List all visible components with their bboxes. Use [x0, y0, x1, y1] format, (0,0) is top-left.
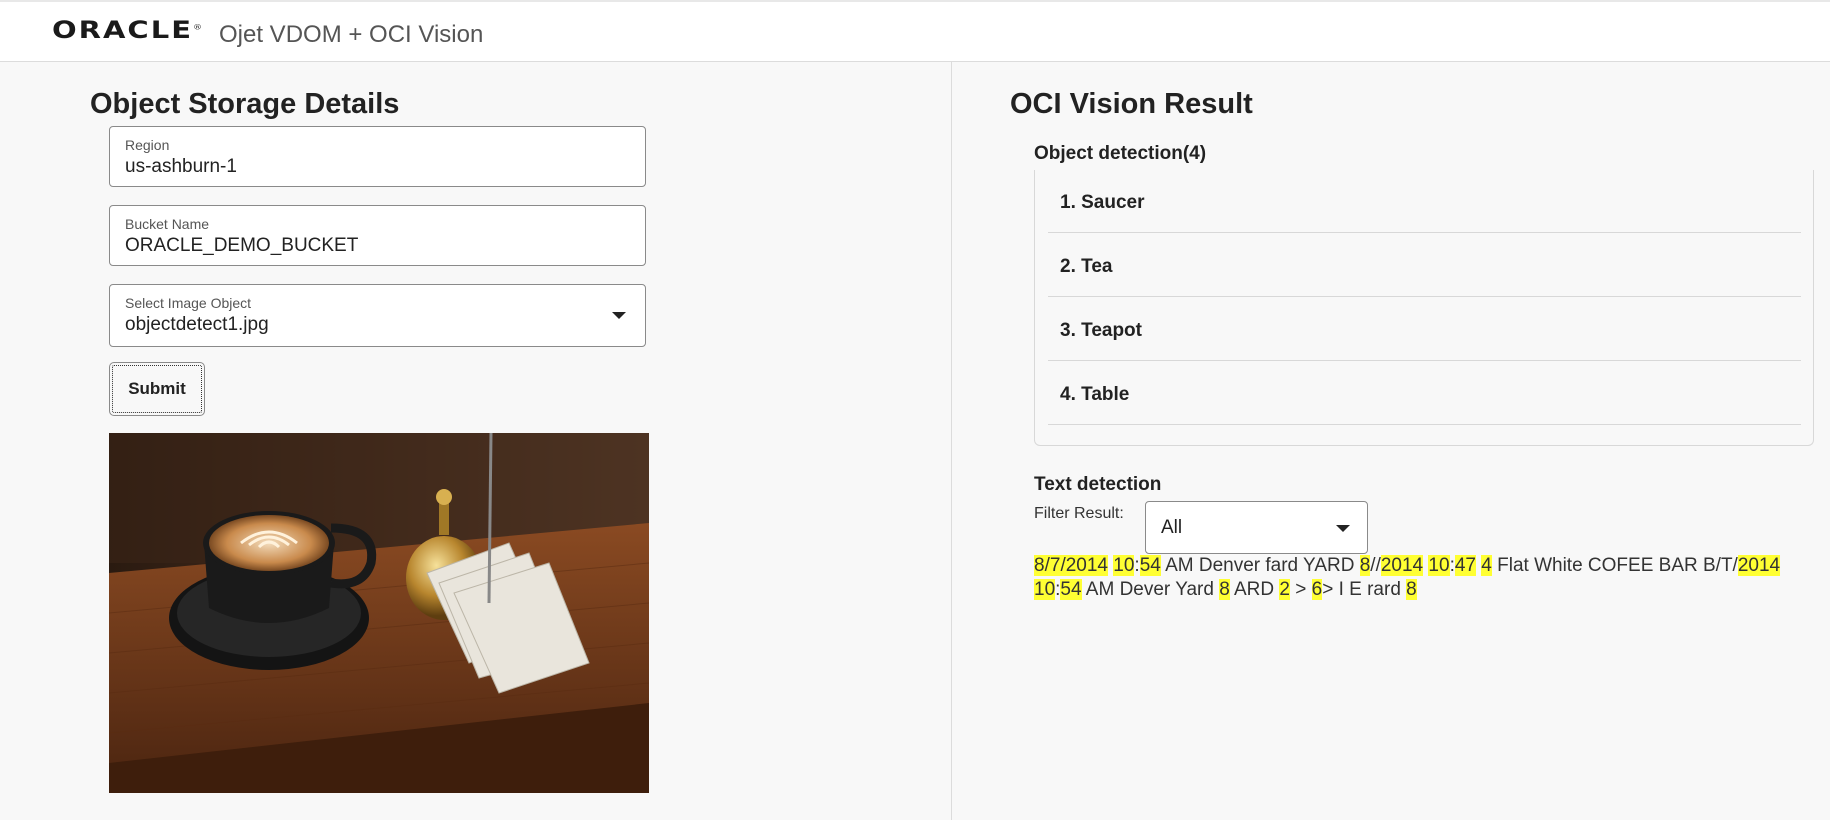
highlighted-token: 2014 [1065, 555, 1108, 576]
bucket-name-field[interactable]: Bucket Name ORACLE_DEMO_BUCKET [109, 205, 646, 266]
highlighted-token: 6 [1311, 579, 1323, 600]
list-item[interactable]: 3. Teapot [1048, 298, 1801, 361]
text-detection-heading: Text detection [1034, 474, 1162, 495]
bucket-name-label: Bucket Name [125, 216, 210, 232]
highlighted-token: 10 [1113, 555, 1135, 576]
text-token: AM Dever Yard [1081, 579, 1220, 600]
object-image [109, 433, 649, 793]
highlighted-token: 8 [1219, 579, 1230, 600]
detected-text-output: 8/7/2014 10:54 AM Denver fard YARD 8//20… [1034, 554, 1824, 602]
text-token: : [1134, 555, 1140, 576]
region-label: Region [125, 137, 170, 153]
object-detection-heading: Object detection(4) [1034, 143, 1207, 164]
panel-divider [951, 62, 952, 820]
submit-button[interactable]: Submit [109, 362, 205, 416]
object-label: 3. Teapot [1060, 320, 1142, 341]
app-header: ORACLE® Ojet VDOM + OCI Vision [0, 0, 1830, 62]
chevron-down-icon[interactable] [612, 312, 626, 319]
highlighted-token: 4 [1481, 555, 1492, 576]
text-token: AM Denver fard YARD [1160, 555, 1360, 576]
object-label: 2. Tea [1060, 256, 1113, 277]
text-token: > I E rard [1322, 579, 1407, 600]
highlighted-token: 10 [1034, 579, 1056, 600]
image-object-value[interactable]: objectdetect1.jpg [125, 314, 269, 336]
text-token: // [1370, 555, 1381, 576]
filter-result-select[interactable]: All [1145, 501, 1368, 554]
coffee-photo-illustration [109, 433, 649, 793]
filter-result-label: Filter Result: [1034, 505, 1124, 522]
highlighted-token: 2 [1279, 579, 1290, 600]
object-label: 4. Table [1060, 384, 1130, 405]
highlighted-token: 10 [1428, 555, 1450, 576]
bucket-name-value[interactable]: ORACLE_DEMO_BUCKET [125, 235, 358, 257]
filter-result-value[interactable]: All [1161, 517, 1182, 539]
list-item[interactable]: 1. Saucer [1048, 170, 1801, 233]
region-field[interactable]: Region us-ashburn-1 [109, 126, 646, 187]
list-item[interactable]: 2. Tea [1048, 234, 1801, 297]
highlighted-token: 2014 [1380, 555, 1424, 576]
object-detection-list: 1. Saucer 2. Tea 3. Teapot 4. Table [1034, 170, 1814, 446]
app-title: Ojet VDOM + OCI Vision [219, 21, 484, 48]
highlighted-token: / [1060, 555, 1066, 576]
highlighted-token: 47 [1454, 555, 1476, 576]
object-label: 1. Saucer [1060, 192, 1145, 213]
highlighted-token: 7 [1049, 555, 1061, 576]
object-storage-title: Object Storage Details [90, 88, 400, 120]
highlighted-token: 8 [1359, 555, 1371, 576]
oracle-logo[interactable]: ORACLE® [52, 16, 202, 44]
highlighted-token: 2014 [1737, 555, 1781, 576]
text-token: ARD [1229, 579, 1280, 600]
highlighted-token: 54 [1060, 579, 1082, 600]
image-object-label: Select Image Object [125, 295, 252, 311]
image-object-select[interactable]: Select Image Object objectdetect1.jpg [109, 284, 646, 347]
text-token: > [1289, 579, 1312, 600]
oci-vision-result-title: OCI Vision Result [1010, 88, 1253, 120]
text-token: Flat White COFEE BAR B/T/ [1491, 555, 1738, 576]
chevron-down-icon[interactable] [1336, 525, 1350, 532]
highlighted-token: 8 [1406, 579, 1417, 600]
region-value[interactable]: us-ashburn-1 [125, 156, 237, 178]
highlighted-token: 8 [1034, 555, 1045, 576]
highlighted-token: 54 [1139, 555, 1161, 576]
list-item[interactable]: 4. Table [1048, 362, 1801, 425]
